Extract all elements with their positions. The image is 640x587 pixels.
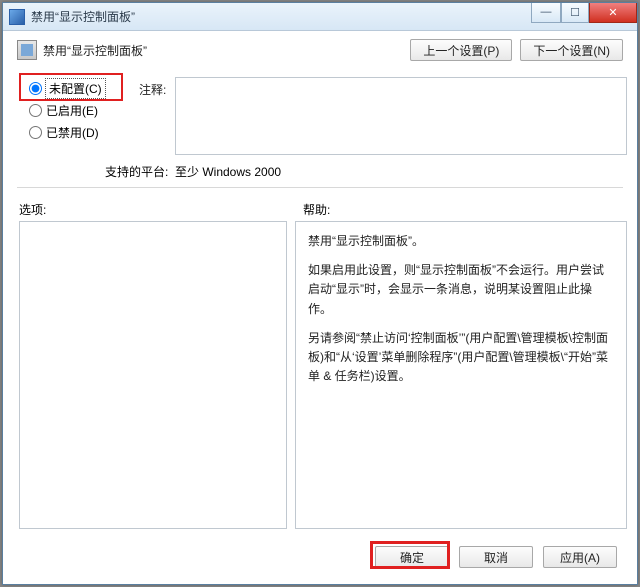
help-paragraph: 禁用“显示控制面板”。: [308, 232, 614, 251]
apply-button[interactable]: 应用(A): [543, 546, 617, 568]
maximize-button[interactable]: ☐: [561, 3, 589, 23]
radio-disabled[interactable]: 已禁用(D): [23, 121, 123, 143]
titlebar[interactable]: 禁用“显示控制面板” — ☐ ✕: [3, 3, 637, 31]
comment-label: 注释:: [139, 81, 166, 98]
prev-setting-button[interactable]: 上一个设置(P): [410, 39, 512, 61]
app-icon: [9, 9, 25, 25]
help-paragraph: 另请参阅“禁止访问‘控制面板’”(用户配置\管理模板\控制面板)和“从‘设置’菜…: [308, 329, 614, 387]
radio-enabled-input[interactable]: [29, 104, 42, 117]
window-title: 禁用“显示控制面板”: [31, 8, 531, 25]
cancel-button[interactable]: 取消: [459, 546, 533, 568]
comment-textarea[interactable]: [175, 77, 627, 155]
radio-not-configured[interactable]: 未配置(C): [23, 77, 123, 99]
policy-icon: [17, 40, 37, 60]
radio-disabled-label: 已禁用(D): [46, 124, 99, 141]
nav-buttons: 上一个设置(P) 下一个设置(N): [410, 39, 623, 61]
window-controls: — ☐ ✕: [531, 3, 637, 23]
help-label: 帮助:: [303, 201, 330, 218]
help-paragraph: 如果启用此设置，则“显示控制面板”不会运行。用户尝试启动“显示”时，会显示一条消…: [308, 261, 614, 319]
options-label: 选项:: [19, 201, 46, 218]
header-row: 禁用“显示控制面板” 上一个设置(P) 下一个设置(N): [9, 33, 631, 61]
policy-title: 禁用“显示控制面板”: [43, 42, 410, 59]
radio-enabled[interactable]: 已启用(E): [23, 99, 123, 121]
next-setting-button[interactable]: 下一个设置(N): [520, 39, 623, 61]
help-box: 禁用“显示控制面板”。 如果启用此设置，则“显示控制面板”不会运行。用户尝试启动…: [295, 221, 627, 529]
ok-button[interactable]: 确定: [375, 546, 449, 568]
platform-value: 至少 Windows 2000: [175, 163, 281, 180]
separator: [17, 187, 623, 188]
options-box: [19, 221, 287, 529]
close-button[interactable]: ✕: [589, 3, 637, 23]
dialog-window: 禁用“显示控制面板” — ☐ ✕ 禁用“显示控制面板” 上一个设置(P) 下一个…: [2, 2, 638, 585]
radio-disabled-input[interactable]: [29, 126, 42, 139]
state-radio-group: 未配置(C) 已启用(E) 已禁用(D): [23, 77, 123, 143]
minimize-button[interactable]: —: [531, 3, 561, 23]
radio-not-configured-input[interactable]: [29, 82, 42, 95]
platform-label: 支持的平台:: [105, 163, 168, 180]
footer: 确定 取消 应用(A): [9, 536, 631, 578]
radio-enabled-label: 已启用(E): [46, 102, 98, 119]
client-area: 禁用“显示控制面板” 上一个设置(P) 下一个设置(N) 未配置(C) 已启用(…: [9, 33, 631, 578]
radio-not-configured-label: 未配置(C): [46, 79, 105, 98]
